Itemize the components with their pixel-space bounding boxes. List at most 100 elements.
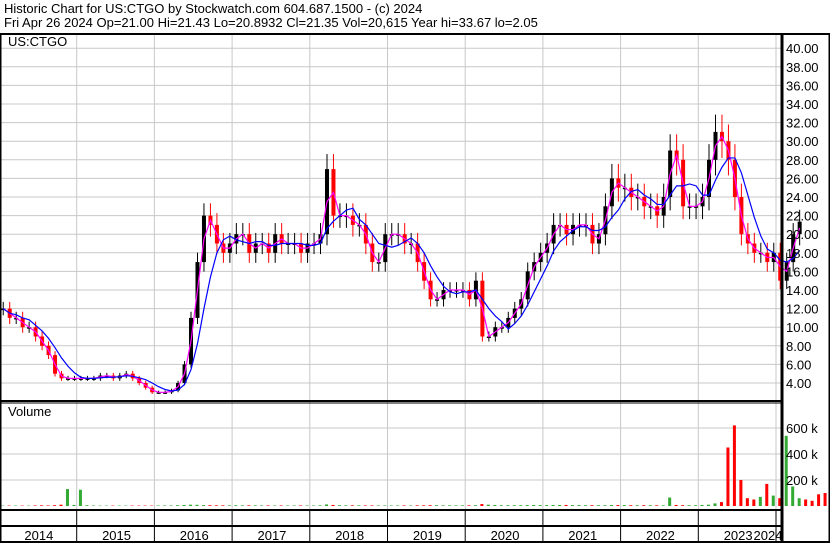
year-label: 2016 — [180, 528, 209, 543]
price-series — [1, 114, 802, 394]
volume-bar — [260, 505, 264, 506]
price-tick-label: 22.00 — [786, 209, 819, 224]
volume-bar — [163, 505, 167, 506]
year-label: 2023 — [724, 528, 753, 543]
volume-bar — [176, 505, 180, 506]
volume-bar — [655, 505, 659, 506]
volume-bar — [739, 480, 743, 506]
year-label: 2018 — [335, 528, 364, 543]
volume-bar — [493, 504, 497, 506]
volume-bar — [376, 505, 380, 506]
volume-bar — [674, 504, 678, 506]
grid-lines — [0, 34, 782, 510]
volume-bar — [558, 504, 562, 506]
volume-bar — [765, 483, 769, 506]
chart-window: Historic Chart for US:CTGO by Stockwatch… — [0, 0, 830, 543]
price-tick-label: 6.00 — [786, 357, 811, 372]
volume-bar — [545, 505, 549, 506]
volume-bar — [661, 505, 665, 506]
volume-bar — [383, 505, 387, 506]
price-tick-label: 18.00 — [786, 246, 819, 261]
volume-bar — [629, 505, 633, 506]
volume-bar — [726, 447, 730, 506]
volume-bar — [305, 505, 309, 506]
price-tick-label: 24.00 — [786, 190, 819, 205]
volume-bar — [519, 505, 523, 506]
year-label: 2024 — [754, 528, 783, 543]
volume-bar — [668, 497, 672, 506]
volume-label: Volume — [8, 404, 51, 419]
volume-bar — [415, 505, 419, 506]
volume-tick-label: 200 k — [786, 473, 818, 488]
price-tick-label: 30.00 — [786, 134, 819, 149]
volume-bar — [409, 505, 413, 506]
volume-bar — [448, 505, 452, 506]
volume-bar — [771, 495, 775, 506]
volume-bar — [506, 505, 510, 506]
volume-bar — [609, 504, 613, 506]
volume-bar — [512, 505, 516, 506]
volume-bar — [577, 505, 581, 506]
volume-bar — [571, 505, 575, 506]
year-label: 2017 — [257, 528, 286, 543]
price-tick-label: 32.00 — [786, 116, 819, 131]
volume-bar — [428, 505, 432, 506]
volume-bar — [363, 505, 367, 506]
volume-bar — [299, 505, 303, 506]
volume-bar — [603, 505, 607, 506]
volume-bar — [85, 505, 89, 506]
volume-bar — [33, 505, 37, 506]
volume-bar — [72, 504, 76, 506]
year-label: 2014 — [24, 528, 53, 543]
volume-bar — [622, 505, 626, 506]
volume-bar — [370, 505, 374, 506]
volume-bar — [214, 505, 218, 506]
volume-bar — [810, 500, 814, 506]
chart-canvas: 4.00 6.00 8.00 10.00 12.00 14.00 16.00 18.00 20.… — [0, 33, 830, 543]
volume-bar — [201, 505, 205, 506]
price-tick-label: 34.00 — [786, 97, 819, 112]
year-label: 2020 — [491, 528, 520, 543]
volume-tick-label: 600 k — [786, 421, 818, 436]
short-ma-line — [2, 135, 801, 393]
volume-bar — [279, 505, 283, 506]
volume-bar — [525, 505, 529, 506]
volume-bar — [195, 504, 199, 506]
long-ma-line — [2, 157, 801, 392]
volume-bar — [240, 505, 244, 506]
volume-bar — [460, 505, 464, 506]
year-label: 2015 — [102, 528, 131, 543]
price-tick-label: 40.00 — [786, 41, 819, 56]
price-tick-label: 26.00 — [786, 171, 819, 186]
volume-tick-label: 400 k — [786, 447, 818, 462]
volume-bar — [318, 505, 322, 506]
volume-bar — [480, 504, 484, 506]
price-tick-label: 8.00 — [786, 339, 811, 354]
volume-bar — [823, 493, 827, 506]
price-tick-label: 20.00 — [786, 227, 819, 242]
volume-bar — [797, 498, 801, 506]
volume-bar — [642, 505, 646, 506]
volume-bar — [53, 505, 57, 506]
volume-bar — [648, 505, 652, 506]
outer-border — [0, 33, 830, 543]
volume-bar — [817, 494, 821, 506]
volume-bar — [324, 504, 328, 506]
volume-bar — [583, 505, 587, 506]
volume-bar — [189, 504, 193, 506]
volume-bar — [758, 496, 762, 506]
price-tick-label: 14.00 — [786, 283, 819, 298]
volume-bar — [331, 504, 335, 506]
volume-bar — [732, 425, 736, 506]
volume-bar — [389, 505, 393, 506]
volume-bar — [344, 505, 348, 506]
volume-bar — [532, 504, 536, 506]
symbol-label: US:CTGO — [8, 34, 67, 49]
volume-bar — [681, 505, 685, 506]
year-label: 2019 — [413, 528, 442, 543]
volume-bar — [337, 505, 341, 506]
volume-bar — [719, 502, 723, 506]
price-tick-label: 36.00 — [786, 78, 819, 93]
volume-bar — [590, 505, 594, 506]
price-tick-label: 28.00 — [786, 153, 819, 168]
